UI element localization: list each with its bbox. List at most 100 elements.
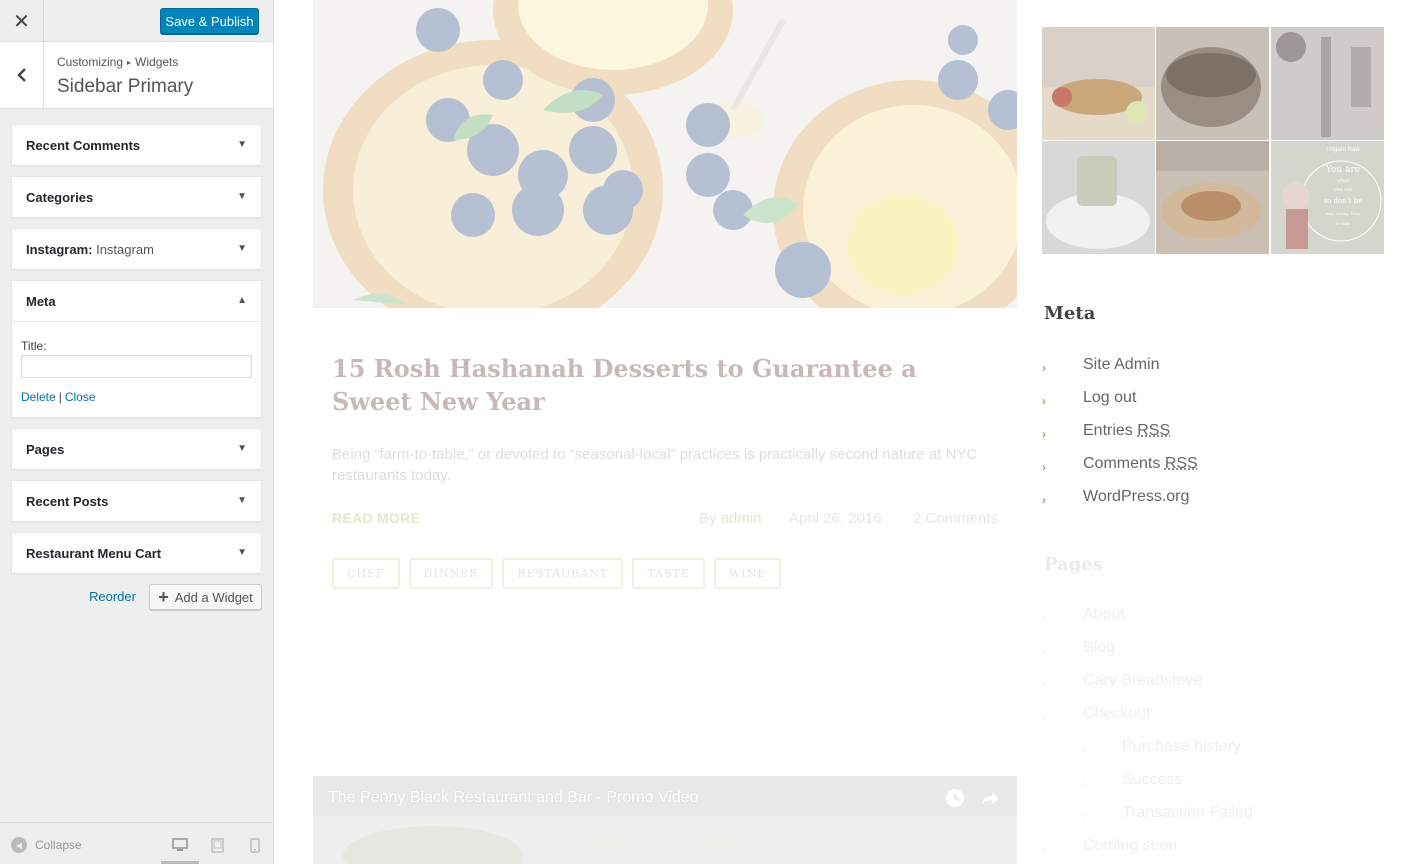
post-author: By admin (699, 510, 762, 527)
caret-down-icon[interactable]: ▼ (237, 191, 247, 202)
chevron-right-icon: › (1042, 492, 1046, 509)
instagram-photo[interactable] (1156, 27, 1269, 140)
page-link[interactable]: Checkout (1083, 705, 1151, 722)
widget-header[interactable]: Restaurant Menu Cart ▼ (12, 533, 261, 573)
tag-taste[interactable]: TASTE (632, 558, 705, 589)
collapse-button[interactable]: ◀ Collapse (11, 837, 82, 853)
page-link[interactable]: Blog (1083, 639, 1115, 656)
page-item[interactable]: › Cary Breadstove (1042, 672, 1253, 705)
post-by-label: By (699, 510, 717, 527)
page-link[interactable]: About (1083, 606, 1125, 623)
video-title[interactable]: The Penny Black Restaurant and Bar - Pro… (328, 789, 699, 807)
meta-item-wordpress-org[interactable]: › WordPress.org (1042, 488, 1198, 521)
post-comments-link[interactable]: 2 Comments (913, 510, 998, 527)
meta-link[interactable]: Entries (1083, 422, 1133, 439)
rss-abbr[interactable]: RSS (1165, 455, 1198, 472)
page-link[interactable]: Purchase history (1122, 738, 1241, 755)
instagram-grid: Ungaro Raw You are what you eat so don't… (1042, 27, 1384, 254)
post-author-link[interactable]: admin (721, 510, 762, 527)
page-subitem[interactable]: › Success (1042, 771, 1253, 804)
chevron-right-icon: › (1042, 426, 1046, 443)
delete-link[interactable]: Delete (21, 390, 56, 404)
meta-link[interactable]: Log out (1083, 389, 1136, 406)
meta-item-site-admin[interactable]: › Site Admin (1042, 356, 1198, 389)
meta-link[interactable]: Comments (1083, 455, 1160, 472)
video-embed[interactable]: The Penny Black Restaurant and Bar - Pro… (313, 776, 1017, 864)
instagram-photo[interactable] (1271, 27, 1384, 140)
mobile-preview-button[interactable] (244, 835, 266, 855)
meta-item-comments-rss[interactable]: › Comments RSS (1042, 455, 1198, 488)
post-featured-image[interactable] (313, 0, 1017, 308)
caret-down-icon[interactable]: ▼ (237, 243, 247, 254)
page-link[interactable]: Transaction Failed (1122, 804, 1253, 821)
link-separator: | (59, 390, 62, 404)
instagram-overlay-line: so don't be (1323, 197, 1362, 205)
instagram-photo[interactable] (1042, 141, 1155, 254)
read-more-link[interactable]: READ MORE (332, 510, 420, 526)
customizer-header: ✕ Save & Publish (0, 0, 273, 42)
page-subitem[interactable]: › Transaction Failed (1042, 804, 1253, 837)
watch-later-icon[interactable] (945, 788, 965, 808)
customizer-panel: ✕ Save & Publish Customizing ▸ Widgets Sid… (0, 0, 274, 864)
instagram-overlay-line: You are (1325, 165, 1360, 175)
widget-header[interactable]: Meta ▲ (12, 281, 261, 321)
breadcrumb-section: Widgets (135, 55, 178, 69)
rss-abbr[interactable]: RSS (1137, 422, 1170, 439)
widget-header[interactable]: Instagram: Instagram ▼ (12, 229, 261, 269)
customizer-footer: ◀ Collapse (0, 822, 273, 864)
close-customizer-button[interactable]: ✕ (0, 0, 44, 42)
save-publish-button[interactable]: Save & Publish (160, 8, 259, 34)
widget-recent-posts: Recent Posts ▼ (11, 480, 262, 522)
caret-down-icon[interactable]: ▼ (237, 443, 247, 454)
instagram-photo[interactable] (1042, 27, 1155, 140)
widget-header[interactable]: Categories ▼ (12, 177, 261, 217)
page-link[interactable]: Success (1122, 771, 1182, 788)
section-title: Sidebar Primary (57, 76, 193, 98)
chevron-right-icon: › (1042, 709, 1046, 726)
page-link[interactable]: Cary Breadstove (1083, 672, 1202, 689)
widget-title: Categories (26, 190, 93, 205)
tablet-preview-button[interactable] (206, 835, 228, 855)
instagram-overlay-line: what (1336, 178, 1349, 184)
widget-header[interactable]: Recent Comments ▼ (12, 125, 261, 165)
plus-icon: + (158, 588, 169, 606)
tag-chef[interactable]: CHEF (332, 558, 400, 589)
breadcrumb-separator-icon: ▸ (127, 58, 131, 67)
post-title[interactable]: 15 Rosh Hashanah Desserts to Guarantee a… (332, 352, 992, 418)
instagram-photo[interactable]: Ungaro Raw You are what you eat so don't… (1271, 141, 1384, 254)
back-button[interactable] (0, 42, 44, 108)
page-item[interactable]: › Blog (1042, 639, 1253, 672)
meta-link[interactable]: WordPress.org (1083, 488, 1189, 505)
widget-type: Instagram: (26, 242, 92, 257)
close-link[interactable]: Close (65, 390, 96, 404)
title-field[interactable] (21, 355, 252, 378)
caret-down-icon[interactable]: ▼ (237, 139, 247, 150)
desktop-preview-button[interactable] (169, 835, 191, 855)
caret-up-icon[interactable]: ▲ (237, 295, 247, 306)
widget-header[interactable]: Pages ▼ (12, 429, 261, 469)
instagram-photo[interactable] (1156, 141, 1269, 254)
reorder-link[interactable]: Reorder (89, 589, 136, 604)
meta-widget-list: › Site Admin › Log out › Entries RSS › Comme… (1042, 356, 1198, 521)
meta-link[interactable]: Site Admin (1083, 356, 1159, 373)
share-icon[interactable] (980, 788, 1000, 808)
widget-title: Pages (26, 442, 64, 457)
dessert-tarts-image (313, 0, 1017, 308)
tag-restaurant[interactable]: RESTAURANT (502, 558, 623, 589)
page-subitem[interactable]: › Purchase history (1042, 738, 1253, 771)
chevron-right-icon: › (1042, 459, 1046, 476)
caret-down-icon[interactable]: ▼ (237, 495, 247, 506)
meta-item-entries-rss[interactable]: › Entries RSS (1042, 422, 1198, 455)
tag-wine[interactable]: WINE (714, 558, 781, 589)
tag-dinner[interactable]: DINNER (409, 558, 494, 589)
page-item[interactable]: › Coming soon (1042, 837, 1253, 864)
add-widget-button[interactable]: + Add a Widget (149, 584, 262, 610)
meta-item-log-out[interactable]: › Log out (1042, 389, 1198, 422)
widget-header[interactable]: Recent Posts ▼ (12, 481, 261, 521)
page-item[interactable]: › About (1042, 606, 1253, 639)
page-item[interactable]: › Checkout (1042, 705, 1253, 738)
widget-title: Recent Posts (26, 494, 108, 509)
tablet-icon (211, 838, 224, 853)
caret-down-icon[interactable]: ▼ (237, 547, 247, 558)
page-link[interactable]: Coming soon (1083, 837, 1177, 854)
